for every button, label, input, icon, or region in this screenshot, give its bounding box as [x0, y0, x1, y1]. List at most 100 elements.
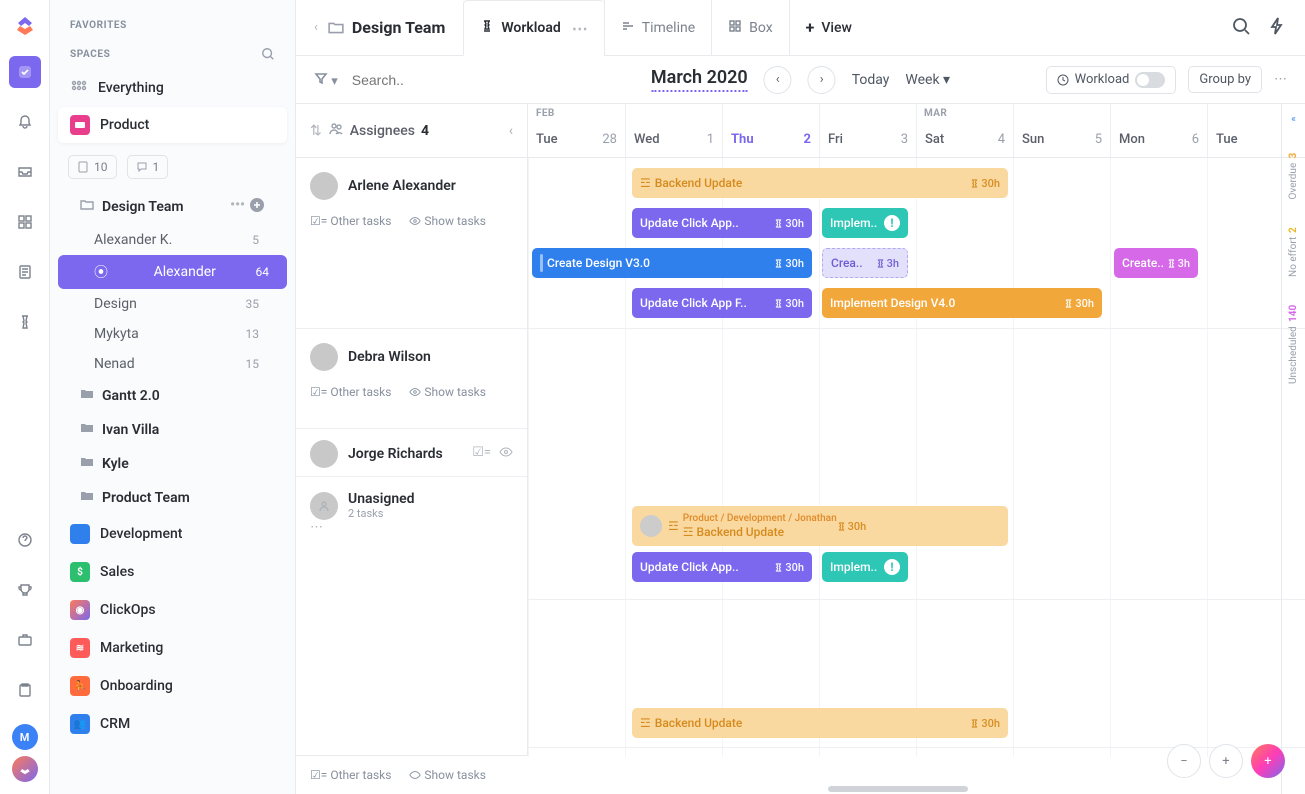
rail-inbox-icon[interactable]: [9, 156, 41, 188]
hourglass-icon: [480, 19, 494, 37]
task-bar[interactable]: Create Design V3.030h: [532, 248, 812, 278]
everything-item[interactable]: Everything: [50, 71, 295, 105]
checkbox-icon[interactable]: ☑=: [472, 445, 491, 463]
unscheduled-tab[interactable]: Unscheduled 140: [1288, 305, 1299, 384]
space-clickops[interactable]: ◉ClickOps: [50, 591, 295, 629]
rail-timer-icon[interactable]: [9, 306, 41, 338]
zoom-in-button[interactable]: +: [1209, 744, 1243, 778]
rail-home-icon[interactable]: [9, 56, 41, 88]
workload-toggle[interactable]: Workload: [1046, 66, 1177, 94]
group-by-button[interactable]: Group by: [1188, 66, 1262, 93]
overdue-tab[interactable]: Overdue 3: [1288, 153, 1299, 199]
rail-briefcase-icon[interactable]: [9, 624, 41, 656]
code-icon: [70, 524, 90, 544]
task-bar[interactable]: Implement Design V4.030h: [822, 288, 1102, 318]
task-bar[interactable]: ☲Backend Update30h: [632, 168, 1008, 198]
calendar-grid: Tue28Wed1Thu2Fri3Sat4Sun5Mon6TueFEBMAR ☲…: [528, 104, 1305, 794]
period-label[interactable]: March 2020: [651, 67, 748, 92]
space-marketing[interactable]: ≋Marketing: [50, 629, 295, 667]
create-button[interactable]: +: [1251, 744, 1285, 778]
sidebar-item-nenad[interactable]: Nenad15: [50, 349, 295, 379]
search-icon[interactable]: [261, 47, 275, 61]
scrollbar[interactable]: [828, 786, 968, 792]
rail-doc-icon[interactable]: [9, 256, 41, 288]
rail-clipboard-icon[interactable]: [9, 674, 41, 706]
task-bar[interactable]: Crea..3h: [822, 248, 908, 278]
folder-icon: [80, 421, 94, 439]
design-team-folder[interactable]: Design Team •••: [50, 189, 295, 225]
icon-rail: M: [0, 0, 50, 794]
collapse-right-icon[interactable]: «: [1291, 114, 1296, 125]
show-tasks[interactable]: Show tasks: [409, 385, 485, 399]
tab-box[interactable]: Box: [711, 0, 789, 56]
folder-ivan-villa[interactable]: Ivan Villa: [50, 413, 295, 447]
plus-circle-icon[interactable]: [249, 197, 265, 217]
task-bar[interactable]: Create..3h: [1114, 248, 1198, 278]
week-select[interactable]: Week ▾: [905, 72, 950, 88]
click-icon: ◉: [70, 600, 90, 620]
topbar: ‹ Design Team Workload ⋯ Timeline Box + …: [296, 0, 1305, 56]
today-button[interactable]: Today: [852, 72, 890, 88]
space-development[interactable]: Development: [50, 515, 295, 553]
task-bar[interactable]: ☲Product / Development / Jonathan☲ Backe…: [632, 506, 1008, 546]
everything-icon: [70, 79, 88, 97]
sidebar-item-alexander-k-[interactable]: Alexander K.5: [50, 225, 295, 255]
dots-icon[interactable]: •••: [230, 197, 245, 217]
dots-icon[interactable]: ⋯: [310, 520, 323, 535]
eye-icon[interactable]: [499, 445, 513, 463]
subtask-icon: ☲: [640, 176, 651, 190]
product-icon: [70, 115, 90, 135]
prev-button[interactable]: ‹: [764, 66, 792, 94]
sidebar-item-alexander[interactable]: ⦿Alexander64: [58, 255, 287, 289]
task-bar[interactable]: Update Click App..30h: [632, 208, 812, 238]
rail-bell-icon[interactable]: [9, 106, 41, 138]
sort-icon[interactable]: ⇅: [310, 123, 322, 139]
rail-workspace-icon[interactable]: [12, 756, 38, 782]
sidebar-item-design[interactable]: Design35: [50, 289, 295, 319]
hours-label: 30h: [837, 520, 867, 533]
tab-dots-icon[interactable]: ⋯: [568, 19, 588, 38]
show-tasks[interactable]: Show tasks: [409, 768, 485, 782]
task-bar[interactable]: Update Click App..30h: [632, 552, 812, 582]
search-input[interactable]: [352, 72, 492, 88]
rail-dashboard-icon[interactable]: [9, 206, 41, 238]
other-tasks[interactable]: ☑= Other tasks: [310, 768, 391, 782]
folder-kyle[interactable]: Kyle: [50, 447, 295, 481]
search-button-icon[interactable]: [1231, 16, 1251, 40]
spaces-header: SPACES: [70, 49, 110, 60]
filter-icon[interactable]: ▾: [314, 71, 338, 89]
other-tasks[interactable]: ☑= Other tasks: [310, 214, 391, 228]
sidebar-item-mykyta[interactable]: Mykyta13: [50, 319, 295, 349]
task-bar[interactable]: ☲Backend Update30h: [632, 708, 1008, 738]
docs-pill[interactable]: 10: [68, 155, 117, 179]
warn-icon: !: [884, 559, 900, 575]
day-col: Fri3: [819, 104, 916, 157]
tab-workload[interactable]: Workload ⋯: [463, 0, 603, 56]
folder-product-team[interactable]: Product Team: [50, 481, 295, 515]
rail-help-icon[interactable]: [9, 524, 41, 556]
task-bar[interactable]: Update Click App F..30h: [632, 288, 812, 318]
zoom-out-button[interactable]: −: [1167, 744, 1201, 778]
next-button[interactable]: ›: [808, 66, 836, 94]
rail-avatar-m[interactable]: M: [12, 724, 38, 750]
more-icon[interactable]: ⋯: [1274, 72, 1287, 87]
assignee-row: Jorge Richards☑=: [296, 429, 527, 477]
chevron-left-icon[interactable]: ‹: [509, 123, 513, 139]
task-bar[interactable]: Implem..!: [822, 208, 908, 238]
space-onboarding[interactable]: ⛹Onboarding: [50, 667, 295, 705]
automation-icon[interactable]: [1267, 16, 1287, 40]
task-bar[interactable]: Implem..!: [822, 552, 908, 582]
collapse-icon[interactable]: ‹: [314, 20, 318, 35]
folder-gantt-2-0[interactable]: Gantt 2.0: [50, 379, 295, 413]
add-view-button[interactable]: + View: [789, 0, 868, 56]
show-tasks[interactable]: Show tasks: [409, 214, 485, 228]
product-space[interactable]: Product: [58, 107, 287, 143]
comments-pill[interactable]: 1: [127, 155, 169, 179]
tab-timeline[interactable]: Timeline: [604, 0, 711, 56]
space-crm[interactable]: 👥CRM: [50, 705, 295, 743]
space-sales[interactable]: $Sales: [50, 553, 295, 591]
rail-trophy-icon[interactable]: [9, 574, 41, 606]
drag-handle-icon: [540, 254, 543, 272]
other-tasks[interactable]: ☑= Other tasks: [310, 385, 391, 399]
noeffort-tab[interactable]: No effort 2: [1288, 227, 1299, 277]
